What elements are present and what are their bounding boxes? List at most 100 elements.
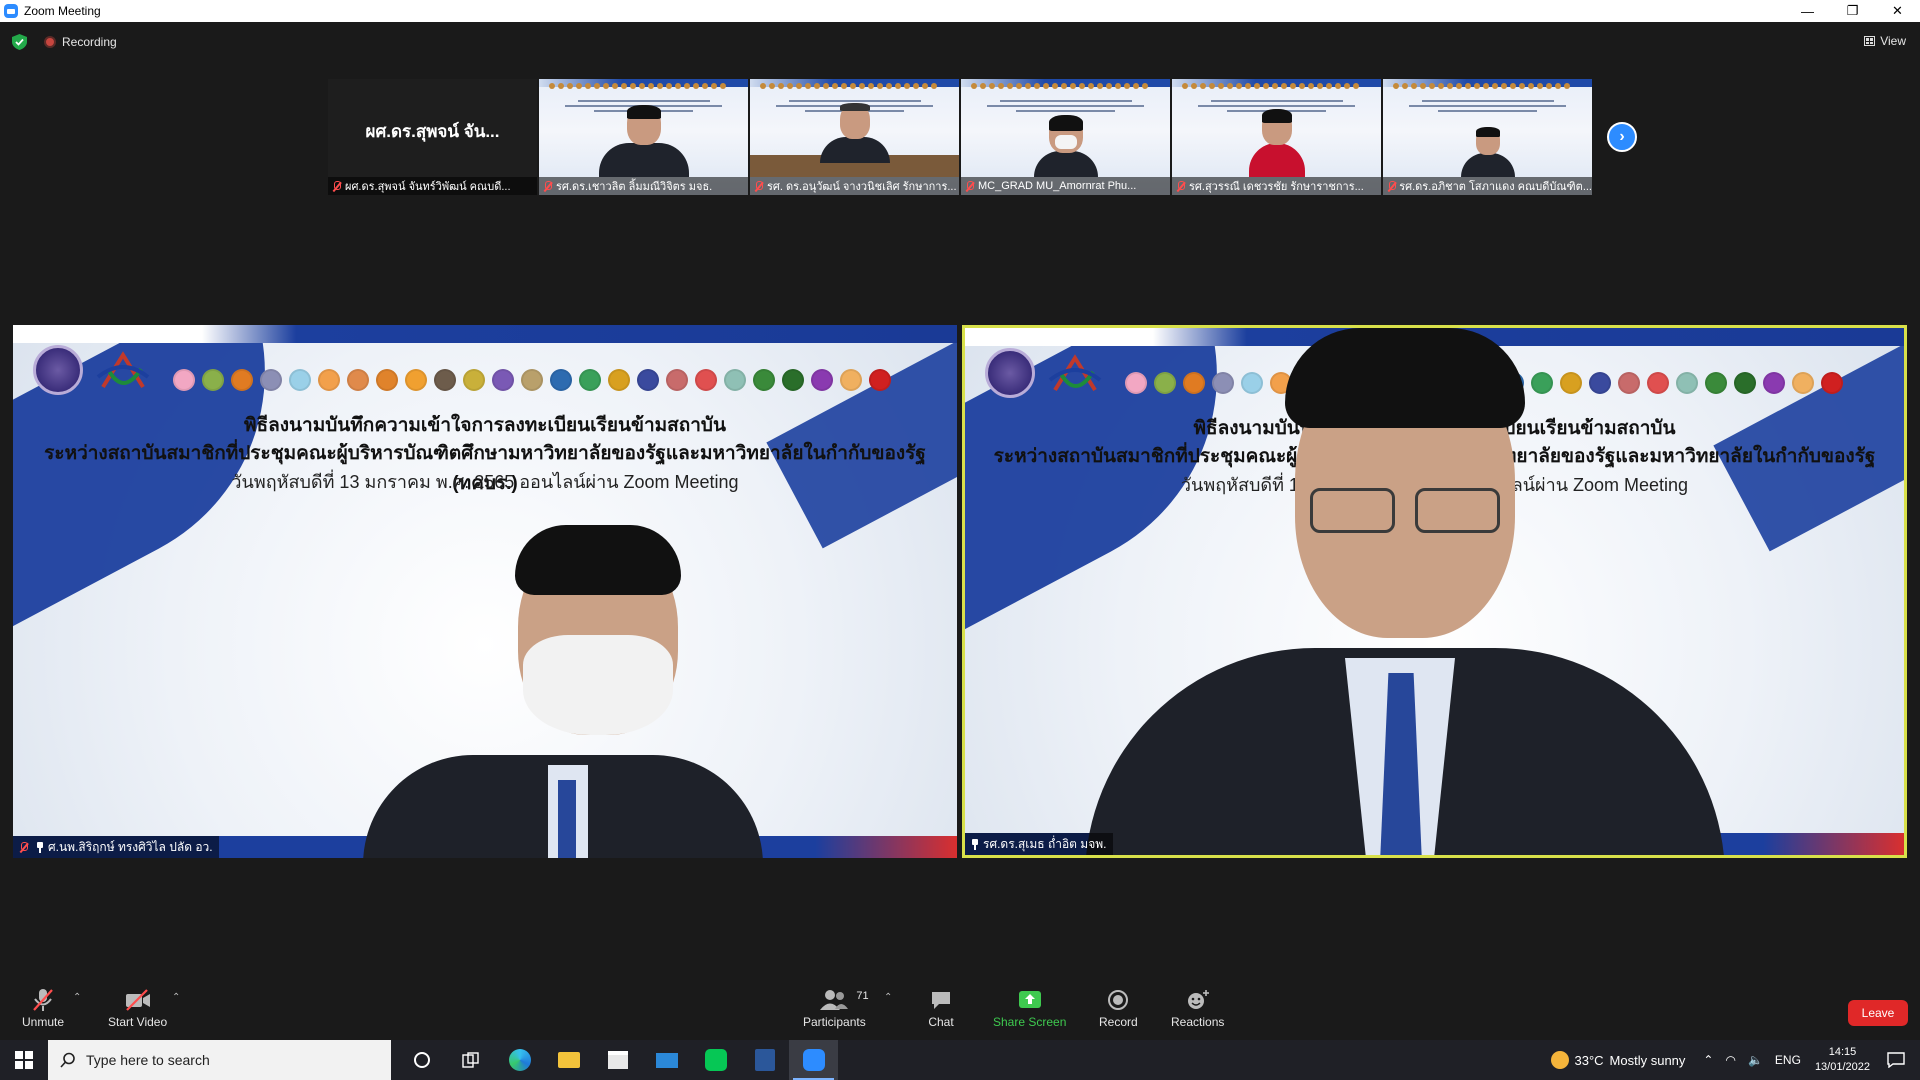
participant-name: รศ.ดร.อภิชาต โสภาแดง คณบดีบัณฑิต...	[1399, 181, 1592, 193]
recording-dot-icon	[44, 36, 56, 48]
main-video-left[interactable]: พิธีลงนามบันทึกความเข้าใจการลงทะเบียนเรี…	[13, 325, 957, 858]
system-tray: 33°C Mostly sunny ⌃ ◠ 🔈 ENG 14:15 13/01/…	[1550, 1040, 1920, 1080]
mail-envelope-icon	[655, 1052, 678, 1068]
participant-video	[819, 103, 890, 163]
minimize-button[interactable]: —	[1785, 0, 1830, 22]
start-button[interactable]	[0, 1040, 48, 1080]
next-page-button[interactable]: ›	[1607, 122, 1637, 152]
speaker-volume-icon[interactable]: 🔈	[1748, 1053, 1763, 1067]
participant-thumbnail[interactable]: MC_GRAD MU_Amornrat Phu...	[961, 79, 1170, 195]
view-label: View	[1880, 34, 1906, 48]
participant-thumbnail[interactable]: ผศ.ดร.สุพจน์ จัน... ผศ.ดร.สุพจน์ จันทร์ว…	[328, 79, 537, 195]
reactions-button[interactable]: Reactions	[1171, 988, 1224, 1029]
speaker-name: ศ.นพ.สิริฤกษ์ ทรงศิวิไล ปลัด อว.	[48, 839, 213, 854]
audio-options-caret[interactable]: ⌃	[73, 992, 81, 1003]
mic-muted-icon	[543, 180, 552, 192]
mic-muted-icon	[1176, 180, 1185, 192]
weather-widget[interactable]: 33°C Mostly sunny	[1550, 1051, 1685, 1069]
task-view-button[interactable]	[446, 1040, 495, 1080]
windows-logo-icon	[15, 1051, 33, 1069]
participant-name-label: รศ.สุวรรณี เดชวรชัย รักษาราชการ...	[1172, 177, 1381, 195]
store-bag-icon	[607, 1051, 628, 1069]
share-screen-label: Share Screen	[993, 1015, 1067, 1029]
smiley-add-icon	[1187, 990, 1209, 1009]
main-video-right-active-speaker[interactable]: พิธีลงนามบันทึกความเข้าใจการลงทะเบียนเรี…	[962, 325, 1907, 858]
speaker-name-label: ศ.นพ.สิริฤกษ์ ทรงศิวิไล ปลัด อว.	[13, 836, 219, 858]
taskbar-clock[interactable]: 14:15 13/01/2022	[1815, 1045, 1870, 1075]
participant-name: MC_GRAD MU_Amornrat Phu...	[978, 180, 1137, 192]
clock-date: 13/01/2022	[1814, 1061, 1870, 1073]
windows-taskbar: Type here to search 33°C Mostly sunny ⌃ …	[0, 1040, 1920, 1080]
leave-meeting-button[interactable]: Leave	[1848, 1000, 1908, 1026]
wifi-icon[interactable]: ◠	[1725, 1053, 1735, 1067]
search-icon	[60, 1052, 75, 1068]
chat-label: Chat	[928, 1015, 954, 1029]
start-video-button[interactable]: Start Video	[108, 988, 167, 1029]
participant-video	[1248, 109, 1305, 177]
participants-options-caret[interactable]: ⌃	[884, 992, 892, 1003]
zoom-taskbar-button[interactable]	[789, 1040, 838, 1080]
start-video-label: Start Video	[108, 1015, 168, 1029]
participant-thumbnail[interactable]: รศ.ดร.อภิชาต โสภาแดง คณบดีบัณฑิต...	[1383, 79, 1592, 195]
mic-muted-icon	[332, 180, 341, 192]
input-language[interactable]: ENG	[1775, 1053, 1801, 1067]
participant-video	[1460, 127, 1515, 177]
zoom-app: Zoom Meeting — ❐ ✕ Recording View ผศ.ดร.…	[0, 0, 1920, 1080]
video-options-caret[interactable]: ⌃	[172, 992, 180, 1003]
recording-indicator[interactable]: Recording	[44, 35, 117, 49]
mic-muted-icon	[19, 841, 28, 853]
word-button[interactable]	[740, 1040, 789, 1080]
view-button[interactable]: View	[1864, 34, 1906, 48]
pin-icon	[36, 841, 44, 853]
clock-time: 14:15	[1828, 1046, 1857, 1058]
grid-view-icon	[1864, 36, 1876, 46]
mail-button[interactable]	[642, 1040, 691, 1080]
participant-thumbnail[interactable]: รศ.ดร.เชาวลิต ลิ้มมณีวิจิตร มจธ.	[539, 79, 748, 195]
taskbar-pinned-apps	[397, 1040, 838, 1080]
participants-icon	[820, 990, 849, 1010]
cortana-circle-icon	[413, 1052, 430, 1068]
participants-button[interactable]: 71 Participants	[803, 988, 869, 1029]
search-placeholder: Type here to search	[86, 1052, 210, 1068]
file-explorer-button[interactable]	[544, 1040, 593, 1080]
sun-icon	[1550, 1051, 1569, 1069]
participant-thumbnail[interactable]: รศ. ดร.อนุวัฒน์ จางวนิชเลิศ รักษาการ...	[750, 79, 959, 195]
mic-muted-icon	[754, 180, 763, 192]
chevron-right-icon: ›	[1619, 128, 1625, 145]
share-screen-button[interactable]: Share Screen	[993, 988, 1066, 1029]
store-button[interactable]	[593, 1040, 642, 1080]
participants-count: 71	[856, 990, 869, 1002]
mic-muted-icon	[33, 989, 53, 1011]
video-off-icon	[125, 989, 150, 1011]
taskbar-search-box[interactable]: Type here to search	[48, 1040, 391, 1080]
chat-bubble-icon	[932, 992, 950, 1009]
edge-icon	[508, 1049, 531, 1071]
chevron-up-icon[interactable]: ⌃	[1703, 1053, 1713, 1067]
line-chat-icon	[704, 1049, 727, 1071]
speaker-name: รศ.ดร.สุเมธ ถ่ำอิต มจพ.	[983, 836, 1107, 851]
close-button[interactable]: ✕	[1875, 0, 1920, 22]
record-button[interactable]: Record	[1099, 988, 1138, 1029]
speaker-video-right	[965, 328, 1904, 855]
participant-name-label: รศ. ดร.อนุวัฒน์ จางวนิชเลิศ รักษาการ...	[750, 177, 959, 195]
chat-button[interactable]: Chat	[928, 988, 954, 1029]
line-app-button[interactable]	[691, 1040, 740, 1080]
participant-video	[598, 105, 689, 177]
unmute-button[interactable]: Unmute	[22, 988, 64, 1029]
recording-label: Recording	[62, 35, 117, 49]
participant-name-label: ผศ.ดร.สุพจน์ จันทร์วิพัฒน์ คณบดี...	[328, 177, 537, 195]
edge-browser-button[interactable]	[495, 1040, 544, 1080]
window-titlebar: Zoom Meeting — ❐ ✕	[0, 0, 1920, 22]
cortana-button[interactable]	[397, 1040, 446, 1080]
pin-icon	[971, 838, 979, 850]
participant-thumbnail[interactable]: รศ.สุวรรณี เดชวรชัย รักษาราชการ...	[1172, 79, 1381, 195]
participant-name: ผศ.ดร.สุพจน์ จันทร์วิพัฒน์ คณบดี...	[345, 181, 511, 193]
mic-muted-icon	[965, 180, 974, 192]
speaker-video-left	[13, 325, 957, 858]
restore-button[interactable]: ❐	[1830, 0, 1875, 22]
participant-name-label: รศ.ดร.เชาวลิต ลิ้มมณีวิจิตร มจธ.	[539, 177, 748, 195]
security-shield-icon[interactable]	[12, 34, 27, 50]
participant-name: รศ.ดร.เชาวลิต ลิ้มมณีวิจิตร มจธ.	[556, 181, 713, 193]
reactions-label: Reactions	[1171, 1015, 1225, 1029]
action-center-button[interactable]	[1884, 1040, 1908, 1080]
